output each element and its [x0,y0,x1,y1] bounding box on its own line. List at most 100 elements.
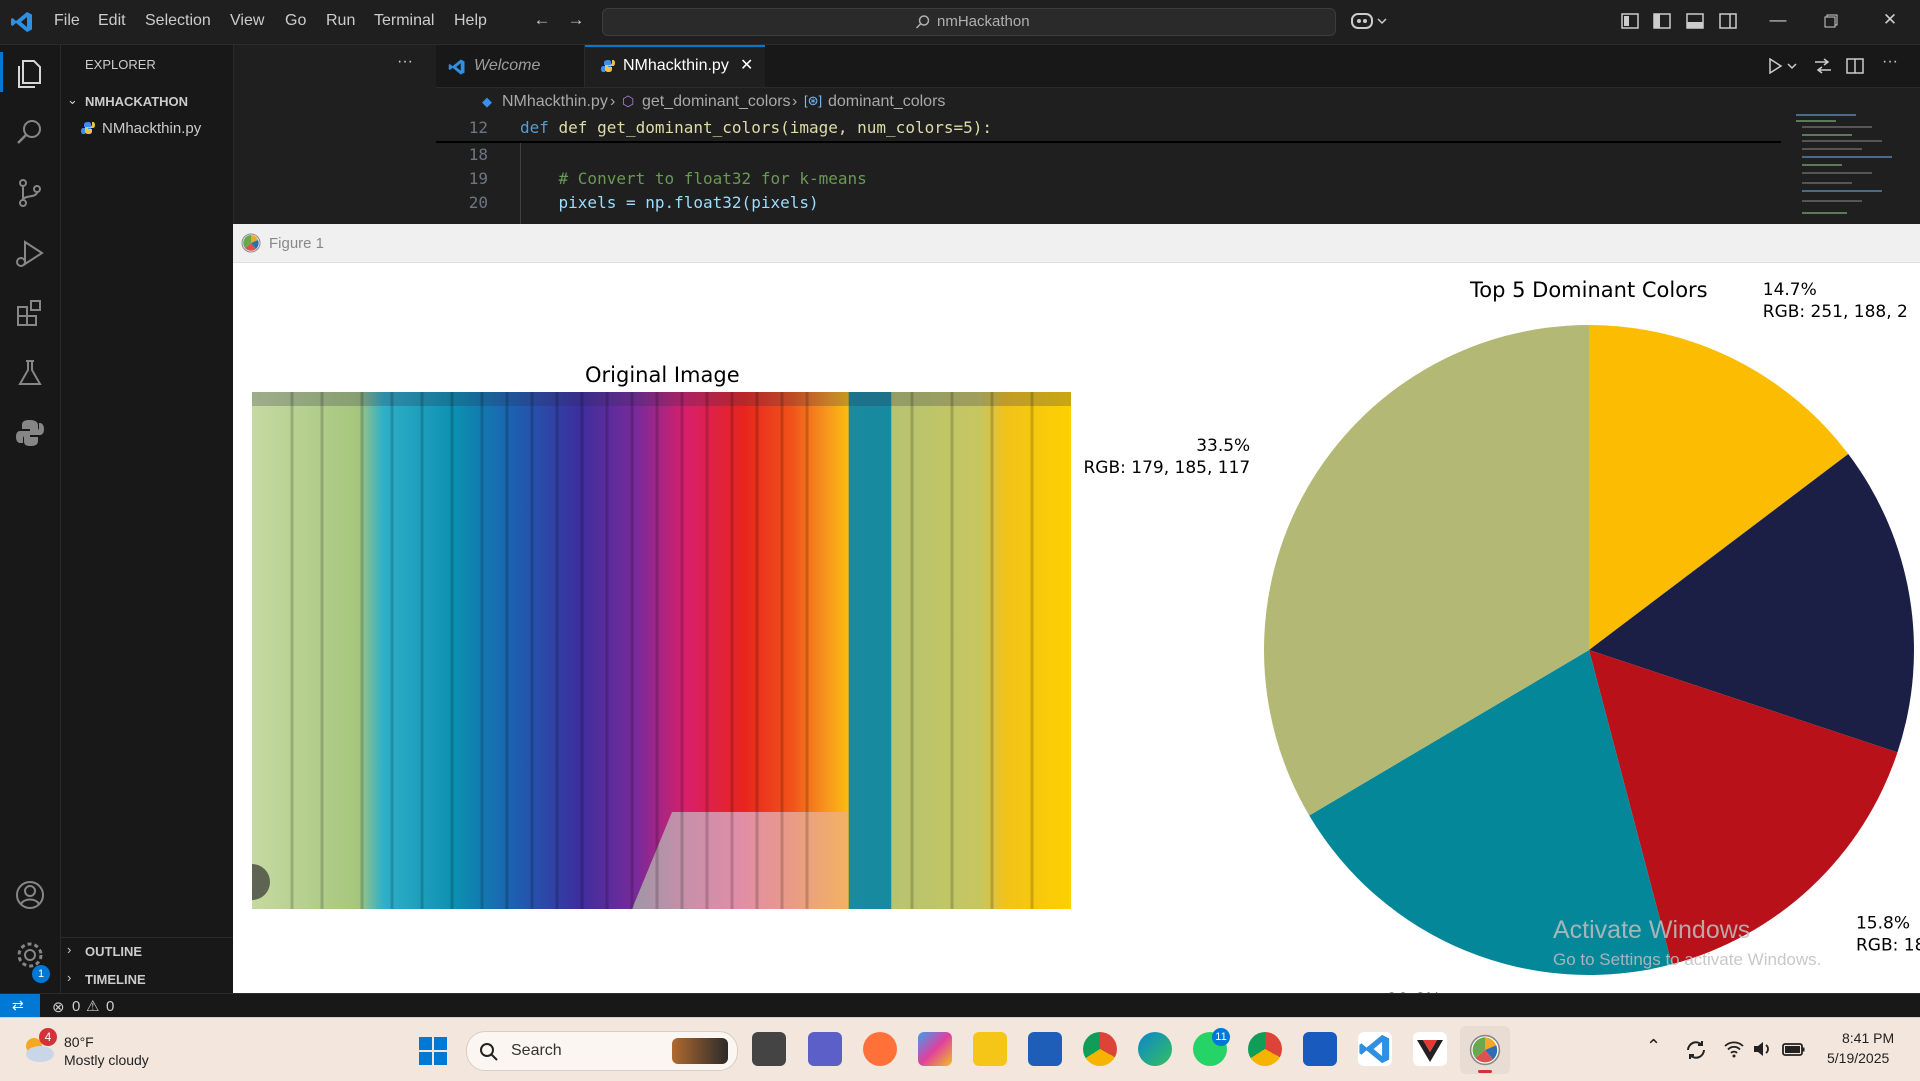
sidebar-title: EXPLORER [85,57,156,72]
copilot-icon[interactable] [1350,10,1390,32]
forward-arrow-icon[interactable]: → [566,10,586,30]
warning-icon[interactable]: ⚠ [86,997,99,1015]
battery-icon[interactable] [1782,1040,1806,1058]
toggle-primary-sidebar-icon[interactable] [1653,12,1671,30]
compare-changes-icon[interactable] [1814,58,1832,74]
file-explorer-icon[interactable] [973,1032,1007,1066]
code-line: def def get_dominant_colors(image, num_c… [520,118,993,137]
python-icon[interactable] [10,413,50,453]
chevron-right-icon: › [610,93,616,110]
run-debug-icon[interactable] [10,233,50,273]
search-label: Search [511,1042,562,1059]
search-icon[interactable] [10,113,50,153]
windows-start-icon[interactable] [418,1036,448,1066]
error-icon[interactable]: ⊗ [52,998,65,1016]
toggle-secondary-sidebar-icon[interactable] [1719,12,1737,30]
chevron-up-icon[interactable]: ⌃ [1646,1036,1661,1057]
python-file-icon [81,122,95,134]
command-center-label: nmHackathon [937,13,1030,30]
taskbar-search[interactable]: Search [466,1031,738,1071]
source-control-icon[interactable] [10,173,50,213]
microsoft-store-icon[interactable] [1028,1032,1062,1066]
extensions-icon[interactable] [10,293,50,333]
toggle-panel-icon[interactable] [1686,12,1704,30]
wifi-icon[interactable] [1724,1040,1744,1058]
tab-welcome[interactable]: Welcome [436,45,585,87]
clock-time[interactable]: 8:41 PM [1842,1030,1894,1046]
copilot-app-icon[interactable] [918,1032,952,1066]
edge-icon[interactable] [1138,1032,1172,1066]
matplotlib-figure-window: Figure 1 Original Image Top 5 Dominant C… [233,224,1920,1014]
activity-bar: 1 [0,45,61,993]
activate-windows-hint: Go to Settings to activate Windows. [1553,950,1822,969]
warning-count[interactable]: 0 [106,998,114,1015]
weather-widget[interactable]: 4 80°F Mostly cloudy [12,1026,172,1074]
tab-label: NMhackthin.py [623,57,729,74]
error-count[interactable]: 0 [72,998,80,1015]
customize-layout-icon[interactable] [1621,12,1639,30]
activate-windows-watermark: Activate Windows [1553,916,1751,944]
menu-file[interactable]: File [54,12,80,30]
file-row[interactable]: NMhackthin.py [61,117,433,139]
minimize-icon[interactable]: — [1768,10,1788,30]
vivaldi-app-icon[interactable] [1413,1032,1447,1066]
minimap[interactable] [1788,88,1898,228]
firefox-icon[interactable] [863,1032,897,1066]
sticky-scroll-line: 12 def def get_dominant_colors(image, nu… [436,116,1781,143]
breadcrumb-function[interactable]: get_dominant_colors [642,93,791,111]
volume-icon[interactable] [1752,1040,1772,1058]
settings-badge: 1 [32,965,50,983]
chevron-right-icon: › [792,93,798,110]
back-arrow-icon[interactable]: ← [532,10,552,30]
close-tab-icon[interactable]: ✕ [740,45,753,87]
line-number: 18 [468,145,488,164]
vscode-taskbar-icon[interactable] [1358,1032,1392,1066]
menu-go[interactable]: Go [285,12,306,30]
outline-section[interactable]: › OUTLINE [61,939,233,963]
menu-help[interactable]: Help [454,12,487,30]
matplotlib-taskbar-active[interactable] [1460,1026,1510,1074]
testing-icon[interactable] [10,353,50,393]
breadcrumb-file[interactable]: NMhackthin.py [482,93,608,111]
menu-selection[interactable]: Selection [145,12,211,30]
teams-icon[interactable] [808,1032,842,1066]
pie-label-rgb-4: RGB: 179, 185, 117 [1083,458,1250,478]
code-comment: # Convert to float32 for k-means [520,169,867,188]
command-center-search[interactable]: nmHackathon [602,8,1336,36]
timeline-section[interactable]: › TIMELINE [61,967,233,991]
line-number: 20 [468,193,488,212]
breadcrumb-variable[interactable]: dominant_colors [828,93,945,111]
close-window-icon[interactable]: ✕ [1880,10,1900,30]
pie-label-percent-0: 14.7% [1763,280,1817,300]
code-editor[interactable]: ◆ NMhackthin.py › ⬡ get_dominant_colors … [436,88,1920,228]
more-actions-icon[interactable]: ··· [397,53,413,71]
split-editor-icon[interactable] [1846,58,1864,74]
restore-icon[interactable] [1824,14,1838,28]
tab-nmhackthin[interactable]: NMhackthin.py ✕ [585,45,765,87]
menu-terminal[interactable]: Terminal [374,12,434,30]
tab-label: Welcome [474,57,541,74]
menu-view[interactable]: View [230,12,264,30]
more-actions-icon[interactable]: ··· [1882,53,1898,71]
chrome-icon[interactable] [1083,1032,1117,1066]
explorer-icon[interactable] [10,53,50,93]
word-icon[interactable] [1303,1032,1337,1066]
clock-date[interactable]: 5/19/2025 [1827,1050,1889,1066]
remote-indicator[interactable]: ⇄ [0,994,40,1018]
matplotlib-logo-icon [1469,1034,1501,1066]
accounts-icon[interactable] [10,875,50,915]
menu-run[interactable]: Run [326,12,355,30]
code-line: pixels = np.float32(pixels) [520,193,819,212]
weather-badge: 4 [39,1028,57,1046]
pie-label-percent-2: 15.8% [1856,913,1910,933]
editor-tabs: Welcome NMhackthin.py ✕ ··· [436,45,1920,88]
chrome-profile-icon[interactable] [1248,1032,1282,1066]
search-highlight-image [672,1038,728,1064]
run-python-file-icon[interactable] [1768,58,1798,74]
folder-row[interactable]: ⌄ NMHACKATHON [61,91,433,113]
chevron-right-icon: › [67,970,72,985]
vscode-logo-icon [448,59,465,75]
task-view-icon[interactable] [752,1032,786,1066]
menu-edit[interactable]: Edit [98,12,126,30]
sync-icon[interactable] [1684,1038,1708,1062]
